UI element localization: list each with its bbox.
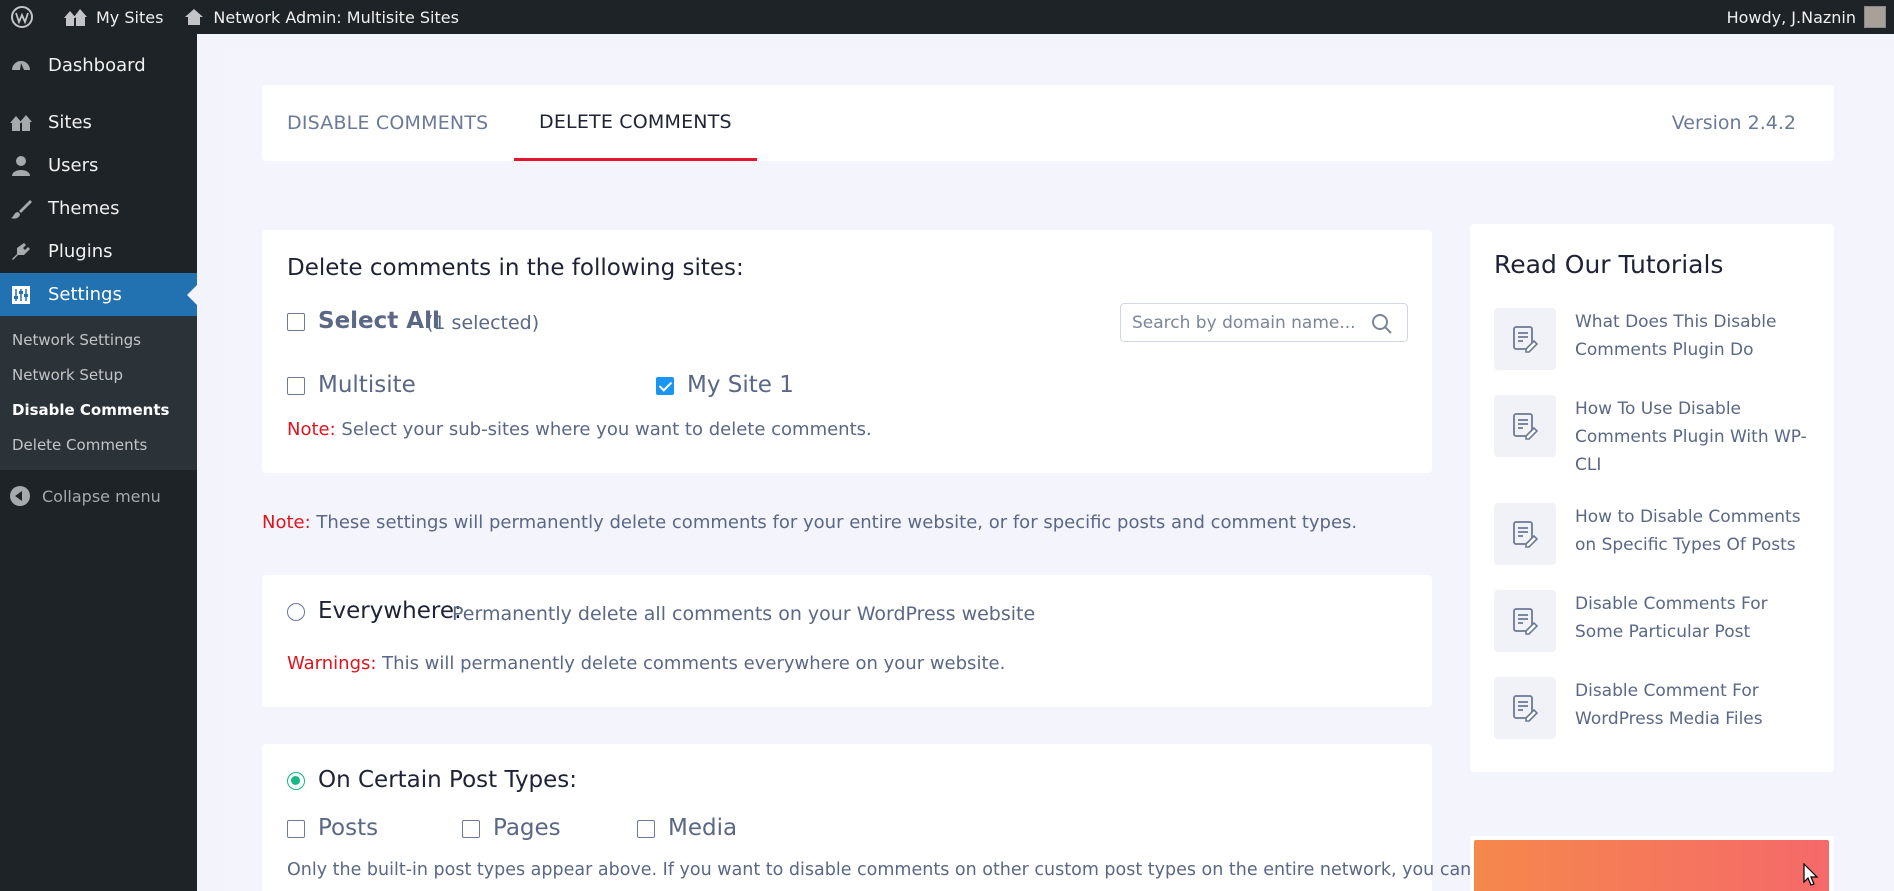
posts-checkbox[interactable] (287, 820, 305, 838)
tutorials-card: Read Our Tutorials What Does This Disabl… (1470, 224, 1834, 772)
submenu-network-setup[interactable]: Network Setup (0, 357, 197, 392)
everywhere-desc: Permanently delete all comments on your … (452, 603, 1036, 625)
submenu-delete-comments[interactable]: Delete Comments (0, 427, 197, 462)
submenu-disable-comments[interactable]: Disable Comments (0, 392, 197, 427)
media-checkbox[interactable] (637, 820, 655, 838)
my-sites-icon (64, 9, 87, 26)
everywhere-title[interactable]: Everywhere: (318, 598, 462, 624)
select-all-checkbox[interactable] (287, 313, 305, 331)
sidebar-item-users[interactable]: Users (0, 144, 197, 187)
dashboard-icon (8, 53, 34, 79)
settings-submenu: Network Settings Network Setup Disable C… (0, 316, 197, 470)
note-label: Note: (287, 419, 336, 440)
warning-text: This will permanently delete comments ev… (376, 653, 1006, 674)
plugins-icon (8, 239, 34, 265)
sites-card: Delete comments in the following sites: … (262, 230, 1432, 473)
site-checkbox-multisite[interactable] (287, 377, 305, 395)
warning-label: Warnings: (287, 653, 377, 674)
document-edit-icon (1494, 590, 1556, 652)
pages-checkbox[interactable] (462, 820, 480, 838)
tutorials-title: Read Our Tutorials (1494, 250, 1724, 279)
post-types-card: On Certain Post Types: Posts Pages Media… (262, 744, 1471, 891)
tutorial-link[interactable]: Disable Comment For WordPress Media File… (1575, 677, 1815, 733)
collapse-label: Collapse menu (42, 486, 161, 506)
network-admin-label: Network Admin: Multisite Sites (213, 7, 459, 27)
everywhere-card: Everywhere: Permanently delete all comme… (262, 575, 1432, 707)
post-types-radio[interactable] (287, 772, 305, 790)
sidebar-item-themes[interactable]: Themes (0, 187, 197, 230)
submenu-network-settings[interactable]: Network Settings (0, 322, 197, 357)
my-sites-label: My Sites (96, 7, 164, 27)
search-placeholder: Search by domain name... (1132, 312, 1356, 333)
tutorial-link[interactable]: What Does This Disable Comments Plugin D… (1575, 308, 1815, 364)
note-label: Note: (262, 512, 311, 533)
sidebar-item-dashboard[interactable]: Dashboard (0, 44, 197, 87)
note-text: These settings will permanently delete c… (310, 512, 1358, 533)
admin-sidebar: Dashboard Sites Users Themes Plugins Set… (0, 34, 197, 891)
sidebar-item-label: Sites (48, 112, 92, 133)
site-label-multisite[interactable]: Multisite (318, 372, 416, 398)
document-edit-icon (1494, 395, 1556, 457)
domain-search-input[interactable]: Search by domain name... (1120, 303, 1408, 342)
pages-label[interactable]: Pages (493, 815, 561, 841)
promo-banner[interactable] (1474, 840, 1829, 891)
sidebar-item-label: Themes (48, 198, 120, 219)
howdy-label: Howdy, J.Naznin (1726, 7, 1856, 27)
note-text: Select your sub-sites where you want to … (335, 419, 872, 440)
tab-label: DELETE COMMENTS (539, 110, 732, 133)
general-note: Note: These settings will permanently de… (262, 512, 1357, 533)
sites-note: Note: Select your sub-sites where you wa… (287, 419, 872, 440)
collapse-menu-button[interactable]: Collapse menu (0, 474, 197, 518)
tab-label: DISABLE COMMENTS (287, 112, 489, 134)
wp-logo[interactable] (0, 0, 52, 34)
document-edit-icon (1494, 503, 1556, 565)
mouse-cursor-icon (1803, 863, 1819, 886)
post-types-title[interactable]: On Certain Post Types: (318, 767, 577, 793)
select-all-label[interactable]: Select All (318, 308, 440, 334)
tabs-card: DISABLE COMMENTS DELETE COMMENTS Version… (262, 85, 1834, 161)
sidebar-item-sites[interactable]: Sites (0, 101, 197, 144)
search-icon (1372, 314, 1392, 334)
sites-icon (8, 110, 34, 136)
sites-title: Delete comments in the following sites: (287, 255, 744, 281)
everywhere-warning: Warnings: This will permanently delete c… (287, 653, 1005, 674)
document-edit-icon (1494, 677, 1556, 739)
settings-icon (8, 282, 34, 308)
version-label: Version 2.4.2 (1671, 112, 1796, 134)
users-icon (8, 153, 34, 179)
tab-disable-comments[interactable]: DISABLE COMMENTS (287, 85, 488, 161)
admin-bar: My Sites Network Admin: Multisite Sites … (0, 0, 1894, 34)
sidebar-item-plugins[interactable]: Plugins (0, 230, 197, 273)
home-icon (185, 9, 204, 25)
site-checkbox-my-site-1[interactable] (656, 377, 674, 395)
tutorial-link[interactable]: How to Disable Comments on Specific Type… (1575, 503, 1815, 559)
wordpress-icon (11, 6, 33, 28)
media-label[interactable]: Media (668, 815, 737, 841)
posts-label[interactable]: Posts (318, 815, 378, 841)
sidebar-item-settings[interactable]: Settings (0, 273, 197, 316)
my-sites-menu[interactable]: My Sites (52, 0, 173, 34)
themes-icon (8, 196, 34, 222)
network-admin-menu[interactable]: Network Admin: Multisite Sites (173, 0, 469, 34)
document-edit-icon (1494, 308, 1556, 370)
sidebar-item-label: Settings (48, 284, 122, 305)
sidebar-item-label: Plugins (48, 241, 113, 262)
selected-count: (1 selected) (426, 312, 540, 334)
sidebar-item-label: Dashboard (48, 55, 146, 76)
everywhere-radio[interactable] (287, 603, 305, 621)
tutorial-link[interactable]: Disable Comments For Some Particular Pos… (1575, 590, 1815, 646)
collapse-icon (10, 486, 30, 506)
post-types-help: Only the built-in post types appear abov… (287, 860, 1472, 880)
site-label-my-site-1[interactable]: My Site 1 (687, 372, 794, 398)
tab-delete-comments[interactable]: DELETE COMMENTS (514, 85, 757, 161)
avatar (1864, 6, 1886, 28)
account-menu[interactable]: Howdy, J.Naznin (1727, 6, 1894, 28)
tutorial-link[interactable]: How To Use Disable Comments Plugin With … (1575, 395, 1815, 479)
sidebar-item-label: Users (48, 155, 99, 176)
